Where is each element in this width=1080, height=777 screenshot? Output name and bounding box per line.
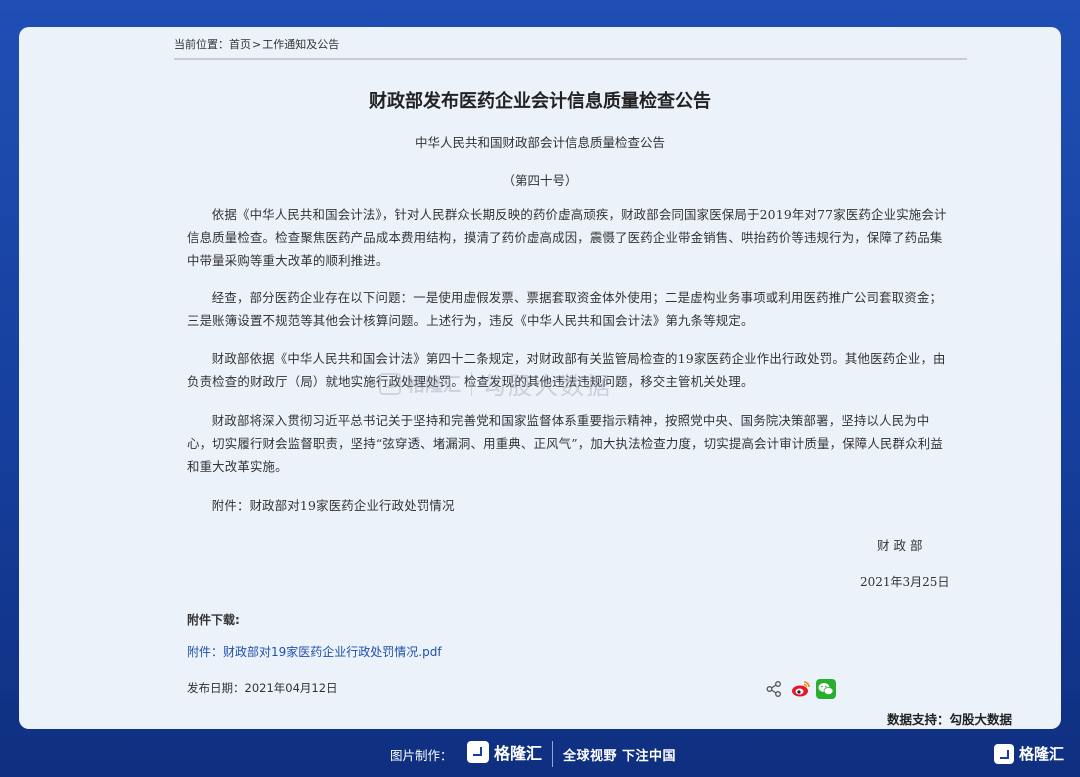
document-number: （第四十号） — [502, 173, 578, 188]
content-panel: 当前位置：首页>工作通知及公告 财政部发布医药企业会计信息质量检查公告 中华人民… — [19, 27, 1061, 729]
breadcrumb-label: 当前位置： — [174, 38, 229, 51]
data-support-credit: 数据支持：勾股大数据 — [887, 712, 1013, 727]
publish-date-value: 2021年04月12日 — [244, 681, 338, 695]
publish-date-label: 发布日期： — [187, 681, 245, 695]
share-icon[interactable] — [764, 679, 784, 699]
breadcrumb-separator: > — [252, 38, 262, 51]
footer-bar: 图片制作： 格隆汇 全球视野 下注中国 — [0, 729, 1080, 777]
attachment-note: 附件：财政部对19家医药企业行政处罚情况 — [211, 498, 455, 513]
footer-credit: 图片制作： — [390, 748, 453, 763]
breadcrumb: 当前位置：首页>工作通知及公告 — [174, 36, 339, 52]
page-title: 财政部发布医药企业会计信息质量检查公告 — [369, 91, 711, 112]
corner-brand: 格隆汇 — [1019, 745, 1065, 763]
gelonghui-logo-icon — [467, 741, 489, 763]
weibo-icon[interactable] — [791, 679, 811, 699]
paragraph-1: 依据《中华人民共和国会计法》，针对人民群众长期反映的药价虚高顽疾，财政部会同国家… — [187, 207, 947, 268]
attachment-download-label: 附件下载: — [187, 613, 240, 627]
announcement-subtitle: 中华人民共和国财政部会计信息质量检查公告 — [414, 135, 665, 150]
footer-brand: 格隆汇 — [494, 744, 543, 763]
paragraph-2: 经查，部分医药企业存在以下问题：一是使用虚假发票、票据套取资金体外使用；二是虚构… — [187, 290, 943, 328]
corner-logo-icon — [994, 743, 1014, 764]
signing-date: 2021年3月25日 — [860, 575, 950, 589]
breadcrumb-home-link[interactable]: 首页 — [229, 38, 251, 51]
breadcrumb-section-link[interactable]: 工作通知及公告 — [262, 38, 339, 51]
footer-divider — [552, 741, 553, 767]
paragraph-4: 财政部将深入贯彻习近平总书记关于坚持和完善党和国家监督体系重要指示精神，按照党中… — [187, 413, 943, 474]
paragraph-3: 财政部依据《中华人民共和国会计法》第四十二条规定，对财政部有关监管局检查的19家… — [187, 351, 946, 389]
publish-date: 发布日期：2021年04月12日 — [187, 680, 338, 696]
signer: 财 政 部 — [877, 538, 923, 553]
footer-logo: 格隆汇 — [467, 740, 542, 764]
divider — [174, 58, 967, 60]
corner-logo: 格隆汇 — [994, 743, 1064, 764]
footer-slogan: 全球视野 下注中国 — [563, 749, 677, 764]
attachment-pdf-link[interactable]: 附件：财政部对19家医药企业行政处罚情况.pdf — [187, 643, 442, 660]
wechat-icon[interactable] — [816, 679, 836, 699]
